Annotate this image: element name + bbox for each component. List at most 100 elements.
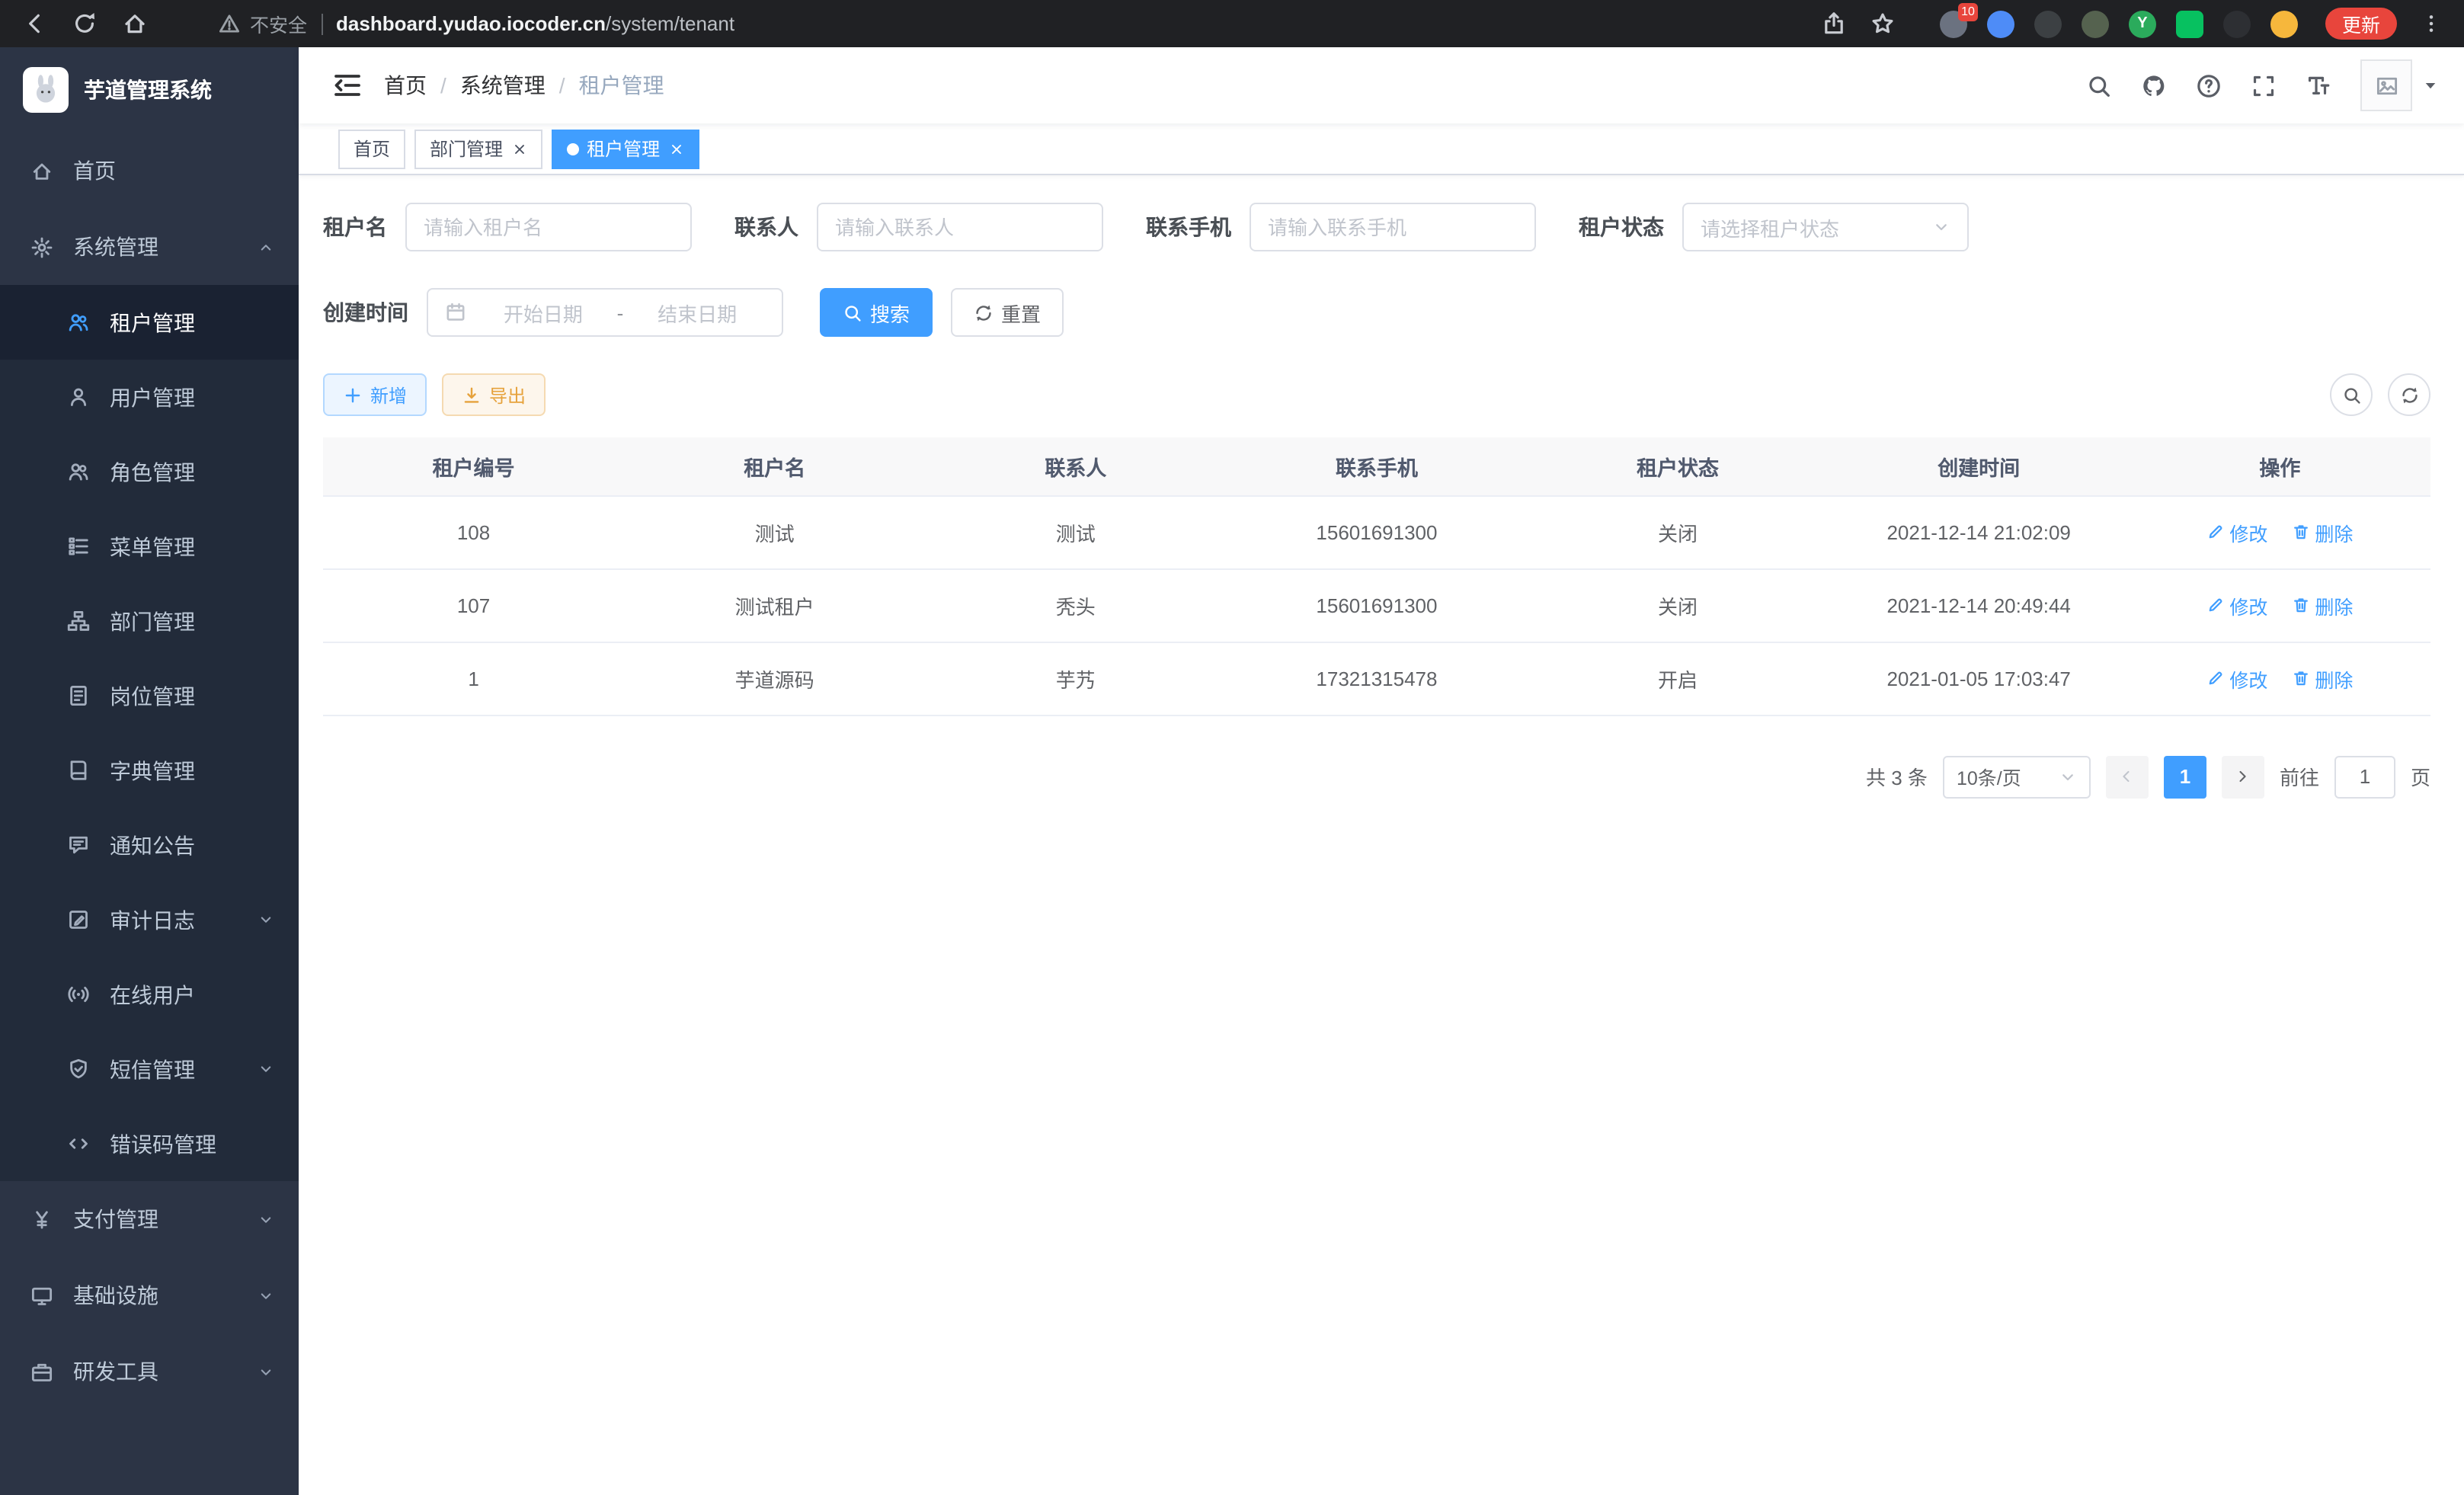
status-placeholder: 请选择租户状态 [1701, 213, 1839, 242]
trash-icon [2292, 523, 2310, 541]
add-button[interactable]: 新增 [323, 373, 427, 416]
sidebar-item-role[interactable]: 角色管理 [0, 434, 299, 509]
sidebar-item-dept[interactable]: 部门管理 [0, 584, 299, 658]
breadcrumb-item-1[interactable]: 首页 [384, 70, 427, 101]
start-date-placeholder: 开始日期 [475, 298, 611, 327]
github-icon[interactable] [2141, 72, 2167, 98]
url-host: dashboard.yudao.iocoder.cn [336, 12, 606, 35]
header-search-icon[interactable] [2086, 72, 2112, 98]
avatar-caret-icon[interactable] [2421, 76, 2440, 94]
refresh-table-button[interactable] [2388, 373, 2430, 416]
status-label: 租户状态 [1579, 212, 1664, 242]
sidebar-item-dev-tool[interactable]: 研发工具 [0, 1333, 299, 1410]
extension-4-icon[interactable] [2082, 10, 2109, 37]
tab-close-icon[interactable] [669, 141, 684, 156]
sidebar-item-error-code[interactable]: 错误码管理 [0, 1106, 299, 1181]
reset-button[interactable]: 重置 [951, 288, 1064, 337]
browser-back-icon[interactable] [21, 11, 47, 37]
sidebar-item-pay[interactable]: 支付管理 [0, 1181, 299, 1257]
tab-dept[interactable]: 部门管理 [414, 129, 542, 168]
update-button[interactable]: 更新 [2325, 8, 2397, 40]
sidebar-item-online-user[interactable]: 在线用户 [0, 957, 299, 1032]
table-cell: 1 [323, 642, 624, 715]
goto-page-input[interactable] [2334, 755, 2395, 798]
sidebar-item-dict[interactable]: 字典管理 [0, 733, 299, 808]
sidebar-item-tenant[interactable]: 租户管理 [0, 285, 299, 360]
app-logo[interactable]: 芋道管理系统 [0, 47, 299, 133]
extension-3-icon[interactable] [2034, 10, 2062, 37]
extension-5-icon[interactable]: Y [2129, 10, 2156, 37]
sidebar-item-home[interactable]: 首页 [0, 133, 299, 209]
phone-input[interactable] [1268, 216, 1518, 238]
navbar-actions [2057, 59, 2440, 111]
delete-button[interactable]: 删除 [2292, 517, 2353, 546]
browser-toolbar: 不安全 dashboard.yudao.iocoder.cn/system/te… [0, 0, 2464, 47]
hamburger-icon[interactable] [332, 70, 363, 101]
table-row-3: 1芋道源码芋艿17321315478开启2021-01-05 17:03:47修… [323, 642, 2430, 715]
browser-home-icon[interactable] [122, 11, 148, 37]
avatar[interactable] [2360, 59, 2412, 111]
table-header-row: 租户编号租户名联系人联系手机租户状态创建时间操作 [323, 437, 2430, 495]
prev-page-button[interactable] [2106, 755, 2149, 798]
bookmark-star-icon[interactable] [1870, 11, 1896, 37]
sidebar-item-system[interactable]: 系统管理 [0, 209, 299, 285]
edit-button[interactable]: 修改 [2206, 517, 2267, 546]
extension-8-icon[interactable] [2270, 10, 2298, 37]
export-button[interactable]: 导出 [442, 373, 546, 416]
delete-button[interactable]: 删除 [2292, 591, 2353, 619]
browser-menu-icon[interactable] [2420, 11, 2443, 37]
column-header-3: 联系人 [925, 437, 1226, 495]
search-button[interactable]: 搜索 [820, 288, 933, 337]
plus-icon [343, 385, 363, 405]
page-1-button[interactable]: 1 [2164, 755, 2206, 798]
breadcrumb-item-2[interactable]: 系统管理 [460, 70, 546, 101]
page-size-value: 10条/页 [1957, 762, 2021, 791]
extension-7-icon[interactable] [2223, 10, 2251, 37]
next-page-button[interactable] [2222, 755, 2264, 798]
security-label[interactable]: 不安全 [250, 9, 307, 38]
sidebar-item-label: 角色管理 [110, 456, 195, 487]
tab-home[interactable]: 首页 [338, 129, 405, 168]
toggle-search-button[interactable] [2330, 373, 2373, 416]
top-navbar: 首页/系统管理/租户管理 [299, 47, 2464, 123]
font-size-icon[interactable] [2306, 72, 2331, 98]
browser-reload-icon[interactable] [72, 11, 98, 37]
phone-label: 联系手机 [1146, 212, 1231, 242]
toggle-search-icon [2341, 385, 2361, 405]
extension-2-icon[interactable] [1987, 10, 2014, 37]
extension-1-icon[interactable]: 10 [1940, 10, 1967, 37]
sidebar-item-notice[interactable]: 通知公告 [0, 808, 299, 882]
tenant-status-select[interactable]: 请选择租户状态 [1682, 203, 1969, 251]
browser-actions: 10 Y 更新 [1798, 8, 2443, 40]
tenant-name-label: 租户名 [323, 212, 387, 242]
chevron-up-icon [258, 238, 274, 255]
sidebar-item-label: 短信管理 [110, 1054, 195, 1084]
sidebar-item-post[interactable]: 岗位管理 [0, 658, 299, 733]
tab-tenant[interactable]: 租户管理 [552, 129, 699, 168]
edit-button[interactable]: 修改 [2206, 664, 2267, 693]
sidebar-item-sms[interactable]: 短信管理 [0, 1032, 299, 1106]
sidebar-item-user[interactable]: 用户管理 [0, 360, 299, 434]
create-time-range[interactable]: 开始日期 - 结束日期 [427, 288, 783, 337]
page-size-select[interactable]: 10条/页 [1943, 755, 2091, 798]
sidebar-item-audit-log[interactable]: 审计日志 [0, 882, 299, 957]
share-icon[interactable] [1821, 11, 1847, 37]
edit-button[interactable]: 修改 [2206, 591, 2267, 619]
log-icon [67, 908, 90, 931]
contact-input[interactable] [835, 216, 1085, 238]
phone-input-wrap [1250, 203, 1536, 251]
peoples-icon [67, 311, 90, 334]
tab-close-icon[interactable] [512, 141, 527, 156]
table-cell: 秃头 [925, 568, 1226, 642]
url-text[interactable]: dashboard.yudao.iocoder.cn/system/tenant [336, 12, 734, 35]
sidebar-item-menu[interactable]: 菜单管理 [0, 509, 299, 584]
tab-label: 首页 [354, 136, 390, 162]
extension-6-icon[interactable] [2176, 10, 2203, 37]
pagination-total: 共 3 条 [1866, 762, 1928, 791]
sidebar-item-infra[interactable]: 基础设施 [0, 1257, 299, 1333]
tenant-name-input[interactable] [424, 216, 674, 238]
help-icon[interactable] [2196, 72, 2222, 98]
fullscreen-icon[interactable] [2251, 72, 2277, 98]
delete-button[interactable]: 删除 [2292, 664, 2353, 693]
address-bar[interactable]: 不安全 dashboard.yudao.iocoder.cn/system/te… [218, 9, 734, 38]
